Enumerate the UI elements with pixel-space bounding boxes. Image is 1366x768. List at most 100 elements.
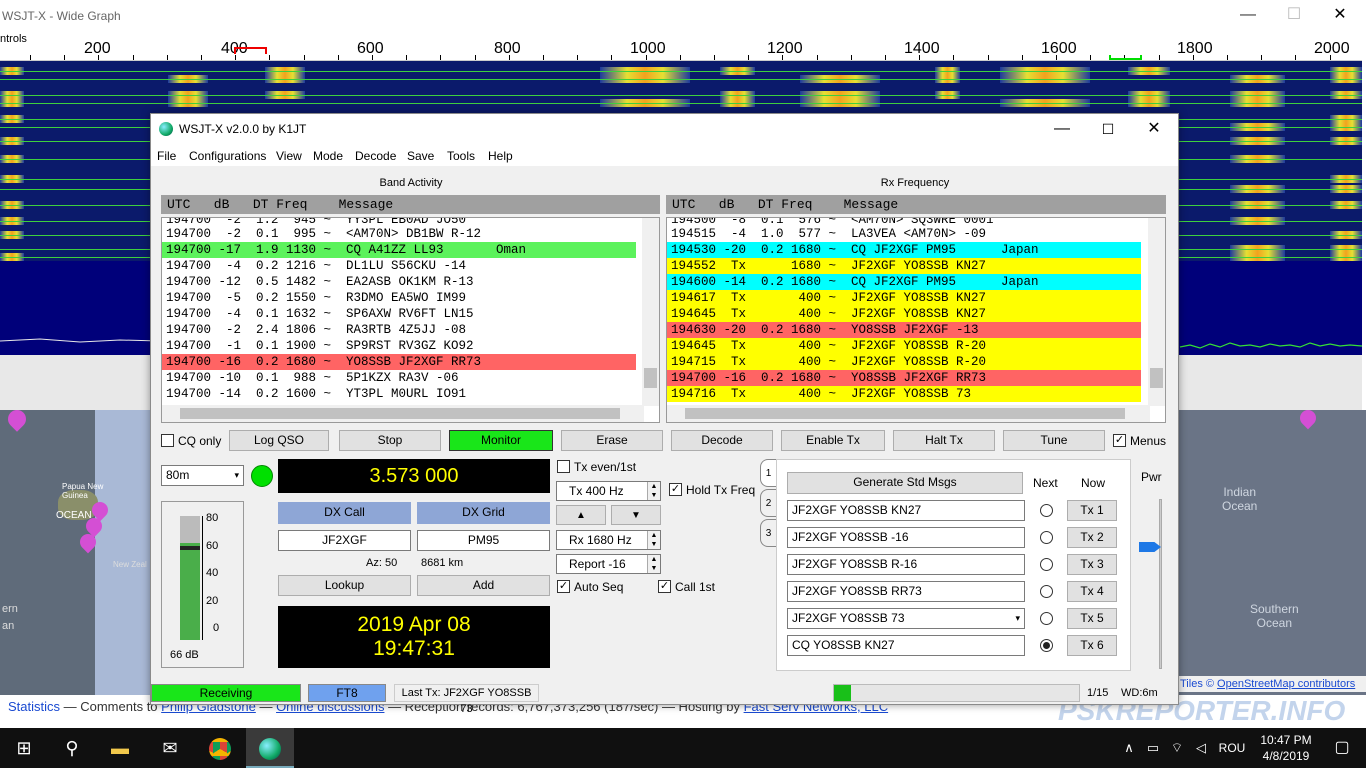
band-activity-vscroll[interactable] <box>642 218 659 406</box>
band-activity-panel[interactable]: 194700 -2 1.2 945 ~ YY3PL EB0AD JO50 194… <box>161 217 660 423</box>
erase-button[interactable]: Erase <box>561 430 663 451</box>
tx5-message-input[interactable]: JF2XGF YO8SSB 73 ▾ <box>787 608 1025 629</box>
band-activity-row[interactable]: 194700 -17 1.9 1130 ~ CQ A41ZZ LL93 Oman <box>162 242 636 258</box>
pwr-slider-handle[interactable] <box>1139 542 1161 552</box>
menu-decode[interactable]: Decode <box>355 149 396 163</box>
statistics-link[interactable]: Statistics <box>8 699 60 714</box>
dx-grid-button[interactable]: DX Grid <box>417 502 550 524</box>
tx1-now-button[interactable]: Tx 1 <box>1067 500 1117 521</box>
tx1-next-radio[interactable] <box>1040 504 1053 517</box>
dx-call-input[interactable]: JF2XGF <box>278 530 411 551</box>
chevron-up-icon[interactable]: ∧ <box>1118 728 1140 768</box>
band-select[interactable]: 80m ▾ <box>161 465 244 486</box>
mail-icon[interactable]: ✉ <box>146 728 194 768</box>
tx-frequency-spinbox[interactable]: Tx 400 Hz ▲ ▼ <box>556 481 661 501</box>
tab-3[interactable]: 3 <box>760 519 776 547</box>
band-activity-row[interactable]: 194700 -4 0.2 1216 ~ DL1LU S56CKU -14 <box>162 258 636 274</box>
tx5-next-radio[interactable] <box>1040 612 1053 625</box>
tx-to-rx-up-button[interactable]: ▲ <box>556 505 606 525</box>
controls-label[interactable]: ntrols <box>0 33 27 45</box>
search-icon[interactable]: ⚲ <box>48 728 96 768</box>
tune-button[interactable]: Tune <box>1003 430 1105 451</box>
rx-to-tx-down-button[interactable]: ▼ <box>611 505 661 525</box>
close-icon[interactable]: ✕ <box>1317 0 1363 30</box>
maximize-icon[interactable]: ☐ <box>1085 114 1131 144</box>
frequency-scale[interactable]: ntrols 200 400 600 800 1000 1200 1400 1600 1800 2… <box>0 31 1362 61</box>
enable-tx-button[interactable]: Enable Tx <box>781 430 885 451</box>
rx-frequency-spinbox[interactable]: Rx 1680 Hz ▲ ▼ <box>556 530 661 550</box>
band-activity-hscroll[interactable] <box>162 405 644 422</box>
decode-button[interactable]: Decode <box>671 430 773 451</box>
band-activity-row[interactable]: 194700 -2 0.1 995 ~ <AM70N> DB1BW R-12 <box>162 226 636 242</box>
tx6-message-input[interactable]: CQ YO8SSB KN27 <box>787 635 1025 656</box>
attribution-tiles[interactable]: Tiles © <box>1180 678 1214 690</box>
language-indicator[interactable]: ROU <box>1214 728 1250 768</box>
menu-view[interactable]: View <box>276 149 302 163</box>
rx-frequency-row[interactable]: 194700 -16 0.2 1680 ~ YO8SSB JF2XGF RR73 <box>667 370 1141 386</box>
menus-checkbox[interactable]: ✓ <box>1113 434 1126 447</box>
pwr-slider-track[interactable] <box>1159 499 1162 669</box>
rx-frequency-row[interactable]: 194600 -14 0.2 1680 ~ CQ JF2XGF PM95 Jap… <box>667 274 1141 290</box>
tx2-now-button[interactable]: Tx 2 <box>1067 527 1117 548</box>
band-activity-row[interactable]: 194700 -12 0.5 1482 ~ EA2ASB OK1KM R-13 <box>162 274 636 290</box>
report-spinbox[interactable]: Report -16 ▲ ▼ <box>556 554 661 574</box>
battery-icon[interactable]: ▭ <box>1142 728 1164 768</box>
rx-frequency-row[interactable]: 194645 Tx 400 ~ JF2XGF YO8SSB R-20 <box>667 338 1141 354</box>
tx-even-checkbox[interactable] <box>557 460 570 473</box>
spin-arrows-icon[interactable]: ▲ ▼ <box>647 555 660 573</box>
log-qso-button[interactable]: Log QSO <box>229 430 329 451</box>
windows-start-icon[interactable]: ⊞ <box>0 728 48 768</box>
rx-frequency-panel[interactable]: 194500 -8 0.1 576 ~ <AM70N> SQ3WRE 0001 … <box>666 217 1166 423</box>
dial-frequency-display[interactable]: 3.573 000 <box>278 459 550 493</box>
rx-frequency-row[interactable]: 194716 Tx 400 ~ JF2XGF YO8SSB 73 <box>667 386 1141 402</box>
rx-frequency-row[interactable]: 194715 Tx 400 ~ JF2XGF YO8SSB R-20 <box>667 354 1141 370</box>
tx5-now-button[interactable]: Tx 5 <box>1067 608 1117 629</box>
menu-tools[interactable]: Tools <box>447 149 475 163</box>
lookup-button[interactable]: Lookup <box>278 575 411 596</box>
generate-std-msgs-button[interactable]: Generate Std Msgs <box>787 472 1023 494</box>
tab-1[interactable]: 1 <box>760 459 776 487</box>
minimize-icon[interactable]: — <box>1225 0 1271 30</box>
tab-2[interactable]: 2 <box>760 489 776 517</box>
volume-icon[interactable]: ◁ <box>1190 728 1212 768</box>
notifications-icon[interactable]: ▢ <box>1318 728 1366 768</box>
band-activity-row[interactable]: 194700 -10 0.1 988 ~ 5P1KZX RA3V -06 <box>162 370 636 386</box>
tx3-now-button[interactable]: Tx 3 <box>1067 554 1117 575</box>
file-explorer-icon[interactable]: ▬ <box>96 728 144 768</box>
tx2-message-input[interactable]: JF2XGF YO8SSB -16 <box>787 527 1025 548</box>
maximize-icon[interactable]: ☐ <box>1271 0 1317 30</box>
tx4-now-button[interactable]: Tx 4 <box>1067 581 1117 602</box>
chrome-icon[interactable] <box>196 728 244 768</box>
monitor-button[interactable]: Monitor <box>449 430 553 451</box>
taskbar-clock[interactable]: 10:47 PM 4/8/2019 <box>1256 732 1316 764</box>
menu-save[interactable]: Save <box>407 149 434 163</box>
menu-help[interactable]: Help <box>488 149 513 163</box>
menu-file[interactable]: File <box>157 149 176 163</box>
wsjtx-taskbar-icon[interactable] <box>246 728 294 768</box>
rx-frequency-row[interactable]: 194645 Tx 400 ~ JF2XGF YO8SSB KN27 <box>667 306 1141 322</box>
band-activity-row[interactable]: 194700 -14 0.2 1600 ~ YT3PL M0URL IO91 <box>162 386 636 402</box>
rx-frequency-hscroll[interactable] <box>667 405 1150 422</box>
close-icon[interactable]: ✕ <box>1131 114 1177 144</box>
tx6-now-button[interactable]: Tx 6 <box>1067 635 1117 656</box>
spin-arrows-icon[interactable]: ▲ ▼ <box>647 482 660 500</box>
osm-link[interactable]: OpenStreetMap contributors <box>1217 678 1355 690</box>
rx-frequency-row[interactable]: 194630 -20 0.2 1680 ~ YO8SSB JF2XGF -13 <box>667 322 1141 338</box>
tx6-next-radio[interactable] <box>1040 639 1053 652</box>
tx4-next-radio[interactable] <box>1040 585 1053 598</box>
add-button[interactable]: Add <box>417 575 550 596</box>
tx3-next-radio[interactable] <box>1040 558 1053 571</box>
dx-call-button[interactable]: DX Call <box>278 502 411 524</box>
tx4-message-input[interactable]: JF2XGF YO8SSB RR73 <box>787 581 1025 602</box>
hold-tx-freq-checkbox[interactable]: ✓ <box>669 483 682 496</box>
halt-tx-button[interactable]: Halt Tx <box>893 430 995 451</box>
band-activity-row[interactable]: 194700 -4 0.1 1632 ~ SP6AXW RV6FT LN15 <box>162 306 636 322</box>
cq-only-checkbox[interactable] <box>161 434 174 447</box>
dx-grid-input[interactable]: PM95 <box>417 530 550 551</box>
tx2-next-radio[interactable] <box>1040 531 1053 544</box>
rx-frequency-row[interactable]: 194530 -20 0.2 1680 ~ CQ JF2XGF PM95 Jap… <box>667 242 1141 258</box>
tx1-message-input[interactable]: JF2XGF YO8SSB KN27 <box>787 500 1025 521</box>
band-activity-row[interactable]: 194700 -2 2.4 1806 ~ RA3RTB 4Z5JJ -08 <box>162 322 636 338</box>
rx-frequency-row[interactable]: 194617 Tx 400 ~ JF2XGF YO8SSB KN27 <box>667 290 1141 306</box>
rx-frequency-row[interactable]: 194515 -4 1.0 577 ~ LA3VEA <AM70N> -09 <box>667 226 1141 242</box>
